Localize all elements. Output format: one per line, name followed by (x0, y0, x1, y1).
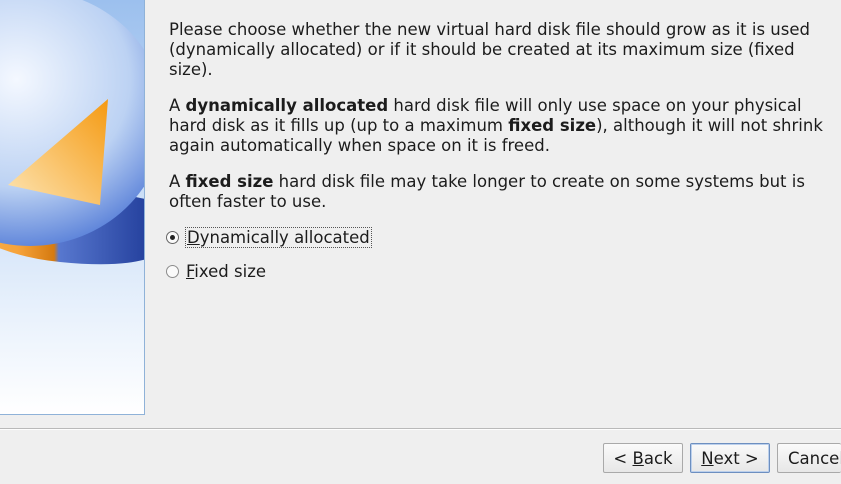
dynamic-label-rest: ynamically allocated (199, 227, 370, 247)
dynamically-allocated-radio[interactable]: Dynamically allocated (166, 226, 372, 248)
storage-type-group: Dynamically allocated Fixed size (166, 226, 372, 294)
back-label-rest: ack (643, 448, 673, 468)
dynamic-mnemonic: D (187, 227, 200, 247)
dynamic-term: dynamically allocated (185, 96, 389, 115)
button-separator (0, 428, 841, 430)
dynamic-paragraph: A dynamically allocated hard disk file w… (169, 96, 841, 156)
radio-unchecked-icon[interactable] (166, 264, 179, 278)
back-arrow-text: < (613, 448, 633, 468)
cancel-button[interactable]: Cancel (777, 443, 841, 473)
back-button[interactable]: < Back (603, 443, 683, 473)
dynamically-allocated-label[interactable]: Dynamically allocated (185, 226, 372, 248)
intro-paragraph: Please choose whether the new virtual ha… (169, 20, 841, 80)
fixed-paragraph: A fixed size hard disk file may take lon… (169, 172, 841, 212)
next-button[interactable]: Next > (690, 443, 770, 473)
fixed-size-radio[interactable]: Fixed size (166, 260, 371, 282)
fixed-term: fixed size (508, 116, 597, 135)
radio-checked-icon[interactable] (166, 230, 179, 244)
description-text: Please choose whether the new virtual ha… (169, 20, 841, 228)
intro-text: Please choose whether the new virtual ha… (169, 20, 810, 79)
back-mnemonic: B (632, 448, 644, 468)
wizard-side-image (0, 0, 145, 415)
cancel-label: Cancel (788, 448, 841, 468)
next-label-rest: ext > (713, 448, 759, 468)
fixed-size-label[interactable]: Fixed size (186, 262, 266, 281)
next-mnemonic: N (701, 448, 714, 468)
hard-disk-illustration (0, 0, 144, 414)
fixed-label-rest: ixed size (194, 261, 267, 281)
fixed-term-2: fixed size (185, 172, 274, 191)
fixed-text-pre: A (169, 172, 186, 191)
dynamic-text-pre: A (169, 96, 186, 115)
